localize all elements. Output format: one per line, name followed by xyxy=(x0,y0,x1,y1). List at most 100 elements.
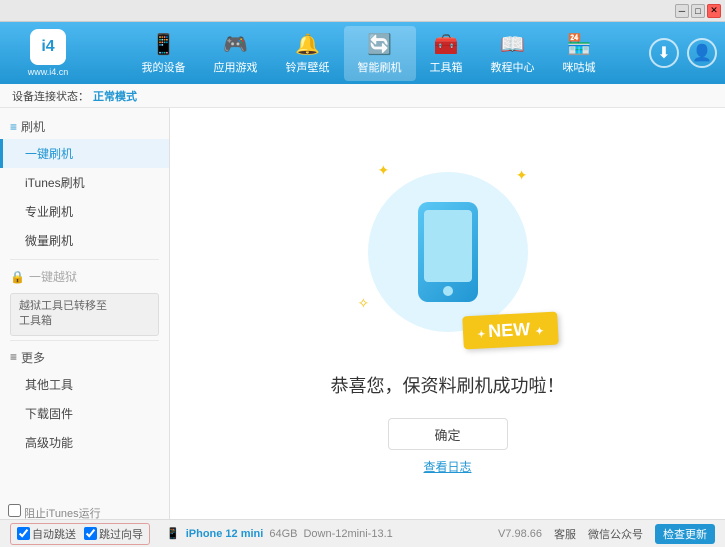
phone-body xyxy=(418,202,478,302)
sparkle-1: ✦ xyxy=(378,162,390,179)
connection-value: 正常模式 xyxy=(93,88,137,104)
mi-store-icon: 🏪 xyxy=(567,32,592,57)
nav-right: ⬇ 👤 xyxy=(649,38,717,68)
user-button[interactable]: 👤 xyxy=(687,38,717,68)
pro-label: 专业刷机 xyxy=(25,205,73,219)
my-device-label: 我的设备 xyxy=(142,59,186,75)
version-label: V7.98.66 xyxy=(498,528,542,540)
sidebar-jailbreak-disabled: 🔒 一键越狱 xyxy=(0,264,169,289)
tutorial-icon: 📖 xyxy=(500,32,525,57)
onekey-label: 一键刷机 xyxy=(25,147,73,161)
skip-guide-label: 跳过向导 xyxy=(99,526,143,542)
phone-circle xyxy=(368,172,528,332)
logo-text: i4 xyxy=(41,38,54,56)
nav-item-mi-store[interactable]: 🏪 咪咕城 xyxy=(549,26,610,81)
status-right: V7.98.66 客服 微信公众号 检查更新 xyxy=(498,524,715,544)
sidebar-item-advanced[interactable]: 高级功能 xyxy=(0,428,169,457)
checkbox-group: 自动跳送 跳过向导 xyxy=(10,523,150,545)
toolbox-icon: 🧰 xyxy=(434,32,459,57)
nav-item-smart-flash[interactable]: 🔄 智能刷机 xyxy=(344,26,416,81)
content: ≡ 刷机 一键刷机 iTunes刷机 专业刷机 微量刷机 🔒 一键越狱 越狱工具… xyxy=(0,108,725,519)
sidebar: ≡ 刷机 一键刷机 iTunes刷机 专业刷机 微量刷机 🔒 一键越狱 越狱工具… xyxy=(0,108,170,519)
ringtone-icon: 🔔 xyxy=(295,32,320,57)
skip-guide-checkbox[interactable]: 跳过向导 xyxy=(84,526,143,542)
screen-label: 微量刷机 xyxy=(25,234,73,248)
auto-send-input[interactable] xyxy=(17,527,30,540)
phone-small-icon: 📱 xyxy=(166,527,180,540)
sidebar-item-download-fw[interactable]: 下载固件 xyxy=(0,399,169,428)
download-button[interactable]: ⬇ xyxy=(649,38,679,68)
sidebar-flash-label: 刷机 xyxy=(21,118,45,135)
main-panel: NEW ✦ ✦ ✧ 恭喜您，保资料刷机成功啦！ 确定 查看日志 xyxy=(170,108,725,519)
sidebar-item-screen[interactable]: 微量刷机 xyxy=(0,226,169,255)
maximize-button[interactable]: □ xyxy=(691,4,705,18)
itunes-label: iTunes刷机 xyxy=(25,176,85,190)
jailbreak-label: 一键越狱 xyxy=(29,268,77,285)
connection-label: 设备连接状态： xyxy=(12,88,89,104)
nav-item-tutorial[interactable]: 📖 教程中心 xyxy=(477,26,549,81)
more-label: 更多 xyxy=(21,349,45,366)
advanced-label: 高级功能 xyxy=(25,436,73,450)
download-fw-label: 下载固件 xyxy=(25,407,73,421)
phone-screen xyxy=(424,210,472,282)
sparkle-3: ✧ xyxy=(358,295,370,312)
success-illustration: NEW ✦ ✦ ✧ xyxy=(348,152,548,352)
new-badge: NEW xyxy=(462,312,558,350)
more-section-icon: ≡ xyxy=(10,350,17,364)
smart-flash-icon: 🔄 xyxy=(367,32,392,57)
stop-itunes-bar: 阻止iTunes运行 xyxy=(0,502,109,523)
sidebar-item-pro[interactable]: 专业刷机 xyxy=(0,197,169,226)
nav-items: 📱 我的设备 🎮 应用游戏 🔔 铃声壁纸 🔄 智能刷机 🧰 工具箱 📖 教程中心… xyxy=(88,26,649,81)
sparkle-2: ✦ xyxy=(516,167,528,184)
tutorial-label: 教程中心 xyxy=(491,59,535,75)
navbar: i4 www.i4.cn 📱 我的设备 🎮 应用游戏 🔔 铃声壁纸 🔄 智能刷机… xyxy=(0,22,725,84)
smart-flash-label: 智能刷机 xyxy=(358,59,402,75)
app-games-label: 应用游戏 xyxy=(214,59,258,75)
device-name: iPhone 12 mini xyxy=(186,528,264,540)
logo-icon: i4 xyxy=(30,29,66,65)
stop-itunes-label[interactable]: 阻止iTunes运行 xyxy=(8,508,101,520)
lock-icon: 🔒 xyxy=(10,270,25,284)
success-text: 恭喜您，保资料刷机成功啦！ xyxy=(331,372,565,398)
daily-log-link[interactable]: 查看日志 xyxy=(423,458,471,475)
flash-section-icon: ≡ xyxy=(10,120,17,134)
nav-item-app-games[interactable]: 🎮 应用游戏 xyxy=(200,26,272,81)
minimize-button[interactable]: ─ xyxy=(675,4,689,18)
mi-store-label: 咪咕城 xyxy=(563,59,596,75)
confirm-button[interactable]: 确定 xyxy=(388,418,508,450)
device-storage: 64GB xyxy=(269,528,297,540)
sidebar-section-more: ≡ 更多 xyxy=(0,345,169,370)
auto-send-checkbox[interactable]: 自动跳送 xyxy=(17,526,76,542)
nav-item-my-device[interactable]: 📱 我的设备 xyxy=(128,26,200,81)
logo-url: www.i4.cn xyxy=(28,67,69,77)
wechat-link[interactable]: 微信公众号 xyxy=(588,526,643,542)
titlebar: ─ □ ✕ xyxy=(0,0,725,22)
sidebar-divider-2 xyxy=(10,340,159,341)
customer-service-link[interactable]: 客服 xyxy=(554,526,576,542)
auto-send-label: 自动跳送 xyxy=(32,526,76,542)
toolbox-label: 工具箱 xyxy=(430,59,463,75)
update-button[interactable]: 检查更新 xyxy=(655,524,715,544)
sidebar-item-onekey[interactable]: 一键刷机 xyxy=(0,139,169,168)
sidebar-jailbreak-notice: 越狱工具已转移至工具箱 xyxy=(10,293,159,336)
device-model: Down-12mini-13.1 xyxy=(303,528,392,540)
nav-item-toolbox[interactable]: 🧰 工具箱 xyxy=(416,26,477,81)
phone-button xyxy=(443,286,453,296)
window-controls[interactable]: ─ □ ✕ xyxy=(675,4,721,18)
logo: i4 www.i4.cn xyxy=(8,29,88,77)
close-button[interactable]: ✕ xyxy=(707,4,721,18)
sidebar-item-other-tools[interactable]: 其他工具 xyxy=(0,370,169,399)
sidebar-section-flash: ≡ 刷机 xyxy=(0,114,169,139)
stop-itunes-checkbox[interactable] xyxy=(8,504,21,517)
other-tools-label: 其他工具 xyxy=(25,378,73,392)
ringtone-label: 铃声壁纸 xyxy=(286,59,330,75)
skip-guide-input[interactable] xyxy=(84,527,97,540)
sidebar-item-itunes[interactable]: iTunes刷机 xyxy=(0,168,169,197)
nav-item-ringtone[interactable]: 🔔 铃声壁纸 xyxy=(272,26,344,81)
status-bar: 自动跳送 跳过向导 📱 iPhone 12 mini 64GB Down-12m… xyxy=(0,519,725,547)
device-info: 📱 iPhone 12 mini 64GB Down-12mini-13.1 xyxy=(166,527,490,540)
jailbreak-notice-text: 越狱工具已转移至工具箱 xyxy=(19,300,107,327)
sidebar-divider-1 xyxy=(10,259,159,260)
my-device-icon: 📱 xyxy=(151,32,176,57)
connection-bar: 设备连接状态： 正常模式 xyxy=(0,84,725,108)
